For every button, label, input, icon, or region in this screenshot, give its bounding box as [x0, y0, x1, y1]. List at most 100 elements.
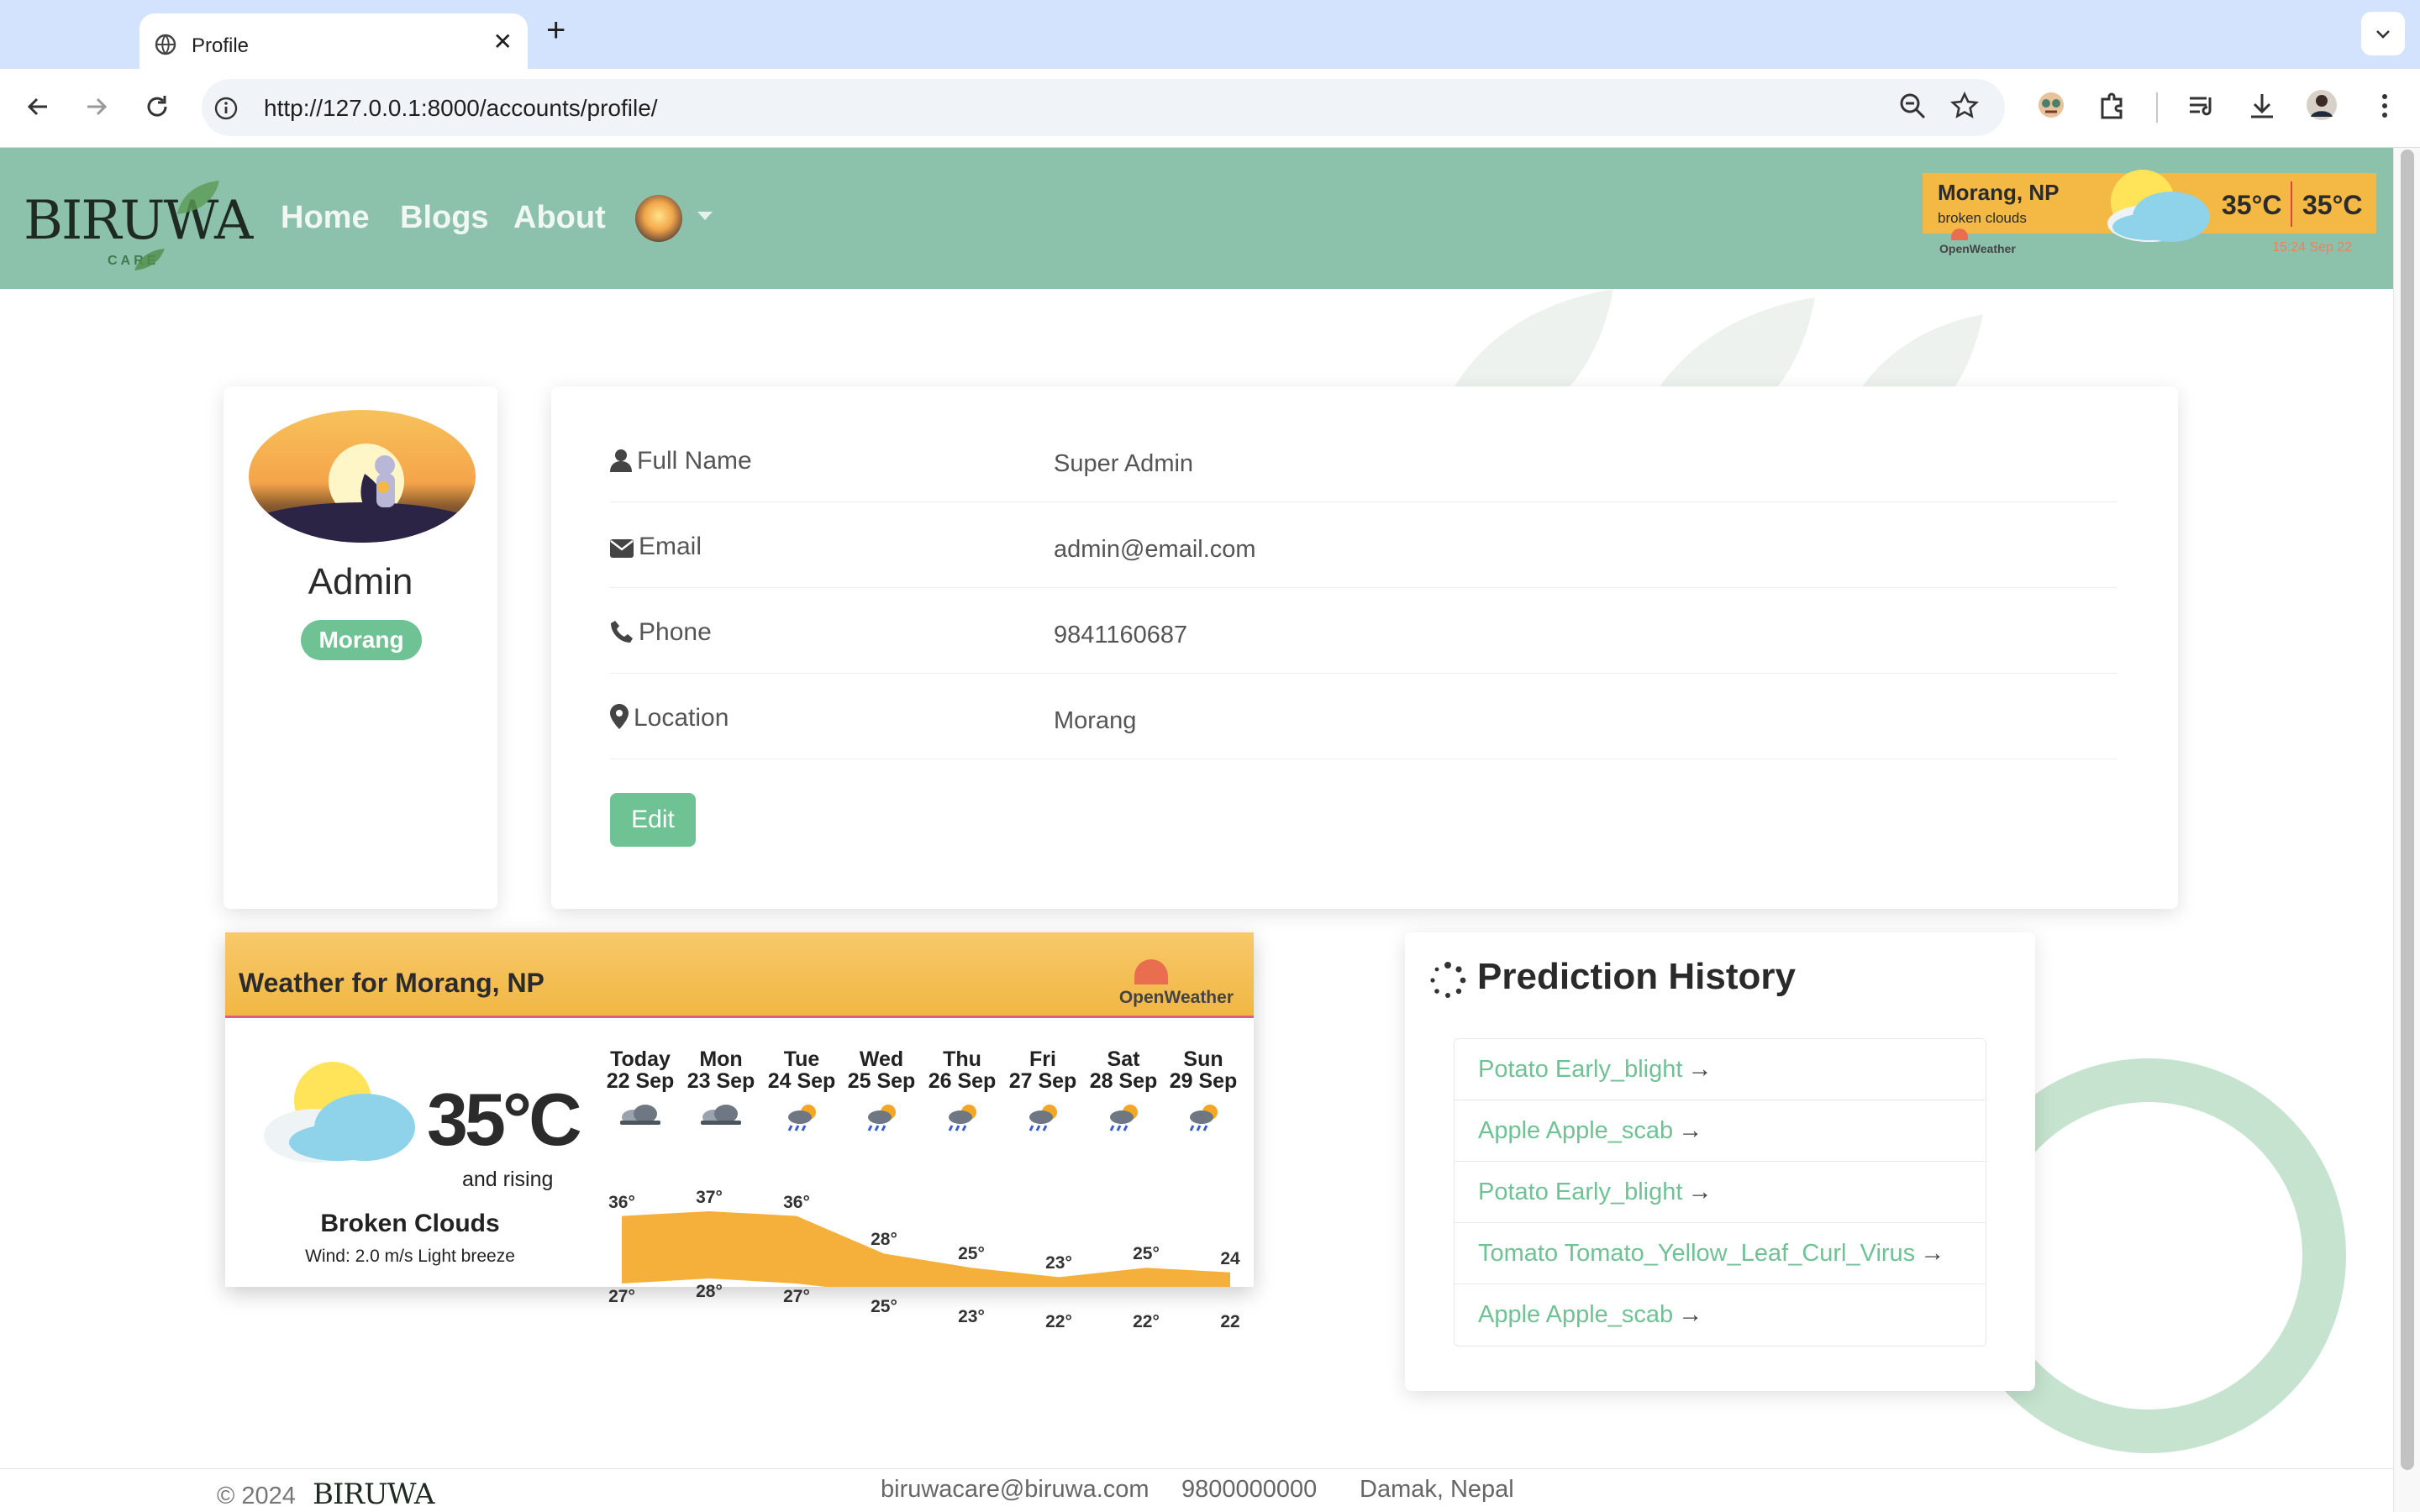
full-name-label-text: Full Name: [637, 447, 752, 475]
prediction-item-label[interactable]: Apple Apple_scab: [1478, 1117, 1673, 1144]
location-badge: Morang: [301, 620, 422, 660]
weather-description: broken clouds: [1938, 210, 2027, 226]
browser-tab-strip: Profile ✕ +: [0, 0, 2420, 69]
forecast-high-label: 36°: [783, 1192, 810, 1212]
site-header: BIRUWA CARE Home Blogs About Morang, NP …: [0, 148, 2393, 289]
prediction-list: Potato Early_blight → Apple Apple_scab → Pot…: [1454, 1038, 1986, 1347]
location-label-text: Location: [634, 704, 729, 732]
back-icon[interactable]: [24, 92, 52, 125]
prediction-item-label[interactable]: Potato Early_blight: [1478, 1056, 1682, 1083]
prediction-history-card: Prediction History Potato Early_blight → A…: [1405, 932, 2035, 1391]
openweather-logo-icon: [1951, 228, 1968, 240]
prediction-item-label[interactable]: Apple Apple_scab: [1478, 1301, 1673, 1328]
forecast-low-label: 27°: [783, 1287, 810, 1306]
forecast-high-label: 36°: [608, 1192, 635, 1212]
forecast-high-label: 37°: [696, 1188, 723, 1207]
prediction-history-title: Prediction History: [1477, 956, 1796, 997]
forecast-high-label: 24: [1220, 1248, 1240, 1268]
header-weather-widget: Morang, NP broken clouds 35°C 35°C: [1923, 170, 2376, 242]
forecast-low-label: 23°: [958, 1307, 985, 1326]
prediction-item[interactable]: Tomato Tomato_Yellow_Leaf_Curl_Virus →: [1455, 1223, 1986, 1284]
globe-icon: [155, 34, 176, 60]
info-row-phone: Phone 9841160687: [610, 588, 2118, 674]
footer-copyright: © 2024: [217, 1483, 296, 1509]
spinner-icon: [1430, 962, 1466, 998]
info-row-location: Location Morang: [610, 674, 2118, 759]
footer-logo[interactable]: BIRUWA: [313, 1478, 434, 1511]
weather-time: 15:24 Sep 22: [2272, 240, 2353, 255]
forecast-low-label: 22°: [1045, 1312, 1072, 1331]
extensions-icon[interactable]: [2096, 89, 2128, 125]
weather-temp-primary: 35°C: [2222, 190, 2282, 220]
profile-avatar: [249, 410, 476, 543]
prediction-item-label[interactable]: Tomato Tomato_Yellow_Leaf_Curl_Virus: [1478, 1240, 1915, 1267]
prediction-item[interactable]: Apple Apple_scab →: [1455, 1100, 1986, 1162]
phone-label: Phone: [610, 618, 712, 647]
weather-brand: OpenWeather: [1939, 242, 2016, 255]
edit-button[interactable]: Edit: [610, 793, 696, 847]
user-avatar[interactable]: [635, 195, 682, 242]
footer-email[interactable]: biruwacare@biruwa.com: [881, 1476, 1150, 1504]
forecast-low-label: 22°: [1133, 1312, 1160, 1331]
address-bar[interactable]: http://127.0.0.1:8000/accounts/profile/: [202, 79, 2005, 136]
page-scrollbar[interactable]: [2393, 148, 2420, 1512]
more-menu-icon[interactable]: [2370, 91, 2400, 125]
nav-blogs[interactable]: Blogs: [400, 200, 489, 236]
toolbar-divider: [2156, 92, 2158, 123]
info-row-email: Email admin@email.com: [610, 502, 2118, 588]
profile-card: Admin Morang: [224, 386, 497, 909]
forecast-low-label: 25°: [871, 1297, 897, 1316]
browser-tab[interactable]: Profile ✕: [139, 13, 528, 69]
full-name-label: Full Name: [610, 447, 752, 475]
weather-divider: [2291, 181, 2292, 227]
prediction-item[interactable]: Potato Early_blight →: [1455, 1039, 1986, 1100]
full-name-value: Super Admin: [1054, 450, 1194, 477]
arrow-right-icon: →: [1687, 1056, 1712, 1083]
forward-icon[interactable]: [82, 92, 111, 125]
forecast-high-label: 23°: [1045, 1253, 1072, 1273]
reload-icon[interactable]: [143, 92, 171, 125]
media-queue-icon[interactable]: [2186, 91, 2217, 125]
forecast-temp-chart: [622, 1211, 1230, 1287]
weather-location: Morang, NP: [1938, 180, 2060, 205]
download-icon[interactable]: [2247, 91, 2277, 125]
forecast-high-label: 25°: [958, 1244, 985, 1264]
phone-icon: [611, 621, 633, 643]
footer-phone[interactable]: 9800000000: [1181, 1476, 1317, 1504]
close-tab-icon[interactable]: ✕: [493, 30, 513, 54]
arrow-right-icon: →: [1687, 1179, 1712, 1205]
leaf-icon: [177, 181, 219, 214]
prediction-item[interactable]: Apple Apple_scab →: [1455, 1284, 1986, 1346]
forecast-low-label: 22: [1220, 1312, 1240, 1331]
tab-search-button[interactable]: [2361, 12, 2405, 55]
chevron-down-icon: [2376, 30, 2390, 39]
site-footer: © 2024 BIRUWA biruwacare@biruwa.com 9800…: [0, 1468, 2393, 1512]
site-info-icon[interactable]: [213, 96, 239, 125]
leaf-icon: [134, 249, 165, 270]
prediction-item[interactable]: Potato Early_blight →: [1455, 1162, 1986, 1223]
cloud-sun-icon: [2107, 170, 2210, 242]
location-value: Morang: [1054, 707, 1137, 734]
site-logo[interactable]: BIRUWA CARE: [24, 176, 253, 270]
scrollbar-thumb[interactable]: [2401, 150, 2414, 1470]
bookmark-star-icon[interactable]: [1949, 91, 1980, 125]
email-value: admin@email.com: [1054, 536, 1256, 563]
forecast-high-label: 28°: [871, 1230, 897, 1250]
location-label: Location: [610, 704, 729, 732]
weather-temp-secondary: 35°C: [2302, 190, 2363, 220]
weather-forecast-card: Weather for Morang, NP OpenWeather 35°C …: [225, 932, 1254, 1331]
email-label-text: Email: [639, 533, 702, 560]
arrow-right-icon: →: [1678, 1301, 1703, 1328]
nav-about[interactable]: About: [513, 200, 606, 236]
info-row-full-name: Full Name Super Admin: [610, 417, 2118, 502]
profile-avatar-icon[interactable]: [2306, 89, 2338, 125]
prediction-item-label[interactable]: Potato Early_blight: [1478, 1179, 1682, 1205]
forecast-low-label: 28°: [696, 1282, 723, 1301]
phone-label-text: Phone: [639, 618, 712, 646]
user-menu-caret-icon[interactable]: [697, 212, 713, 220]
zoom-icon[interactable]: [1897, 91, 1928, 125]
profile-info-card: Full Name Super Admin Email admin@email.…: [551, 386, 2178, 909]
nav-home[interactable]: Home: [281, 200, 370, 236]
new-tab-button[interactable]: +: [546, 13, 566, 47]
extension-face-icon[interactable]: [2035, 89, 2067, 125]
